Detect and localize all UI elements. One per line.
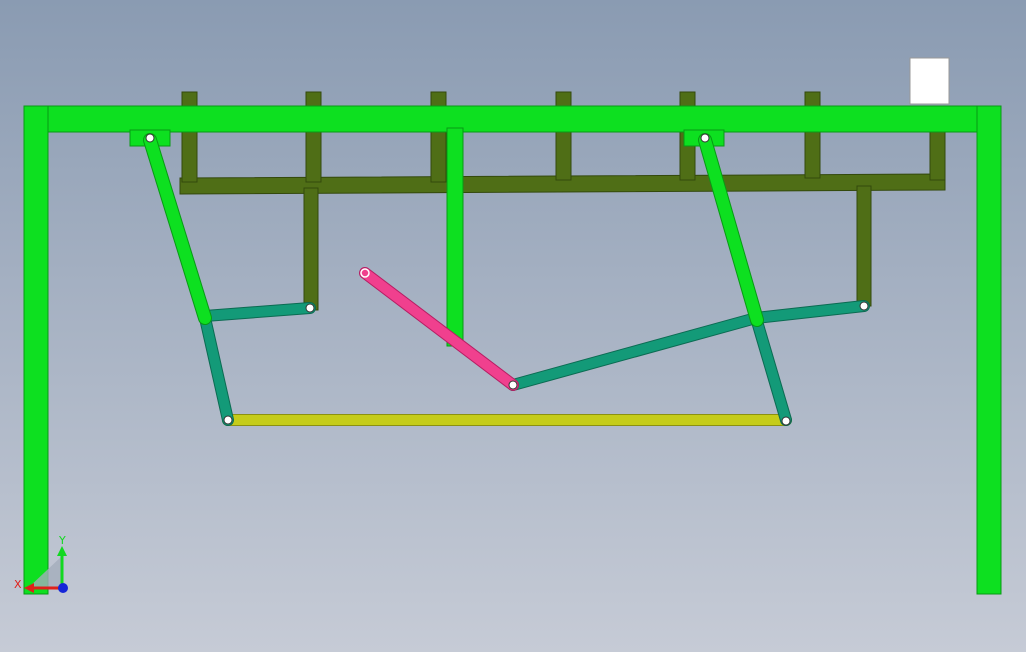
hinge-dot [508, 380, 518, 390]
hinge-dot [305, 303, 315, 313]
hinge-dot [223, 415, 233, 425]
hinge-dot [360, 268, 370, 278]
hinge-dot [781, 416, 791, 426]
rail-post-right [856, 185, 872, 307]
hinge-dot [145, 133, 155, 143]
cad-viewport[interactable]: Y X [0, 0, 1026, 652]
y-axis-label: Y [58, 534, 66, 547]
white-square-marker[interactable] [909, 57, 950, 105]
frame-left-leg [23, 105, 49, 595]
frame-top-beam [23, 105, 1002, 133]
z-axis-dot [58, 583, 68, 593]
rail-post-left [303, 187, 319, 311]
mechanism-drawing: Y X [0, 0, 1026, 652]
viewport-background [0, 0, 1026, 652]
frame-right-leg [976, 105, 1002, 595]
frame-center-post [446, 127, 464, 347]
x-axis-label: X [14, 578, 22, 591]
hinge-dot [700, 133, 710, 143]
rail-tooth [804, 91, 821, 179]
rail-tooth [555, 91, 572, 181]
hinge-dot [859, 301, 869, 311]
